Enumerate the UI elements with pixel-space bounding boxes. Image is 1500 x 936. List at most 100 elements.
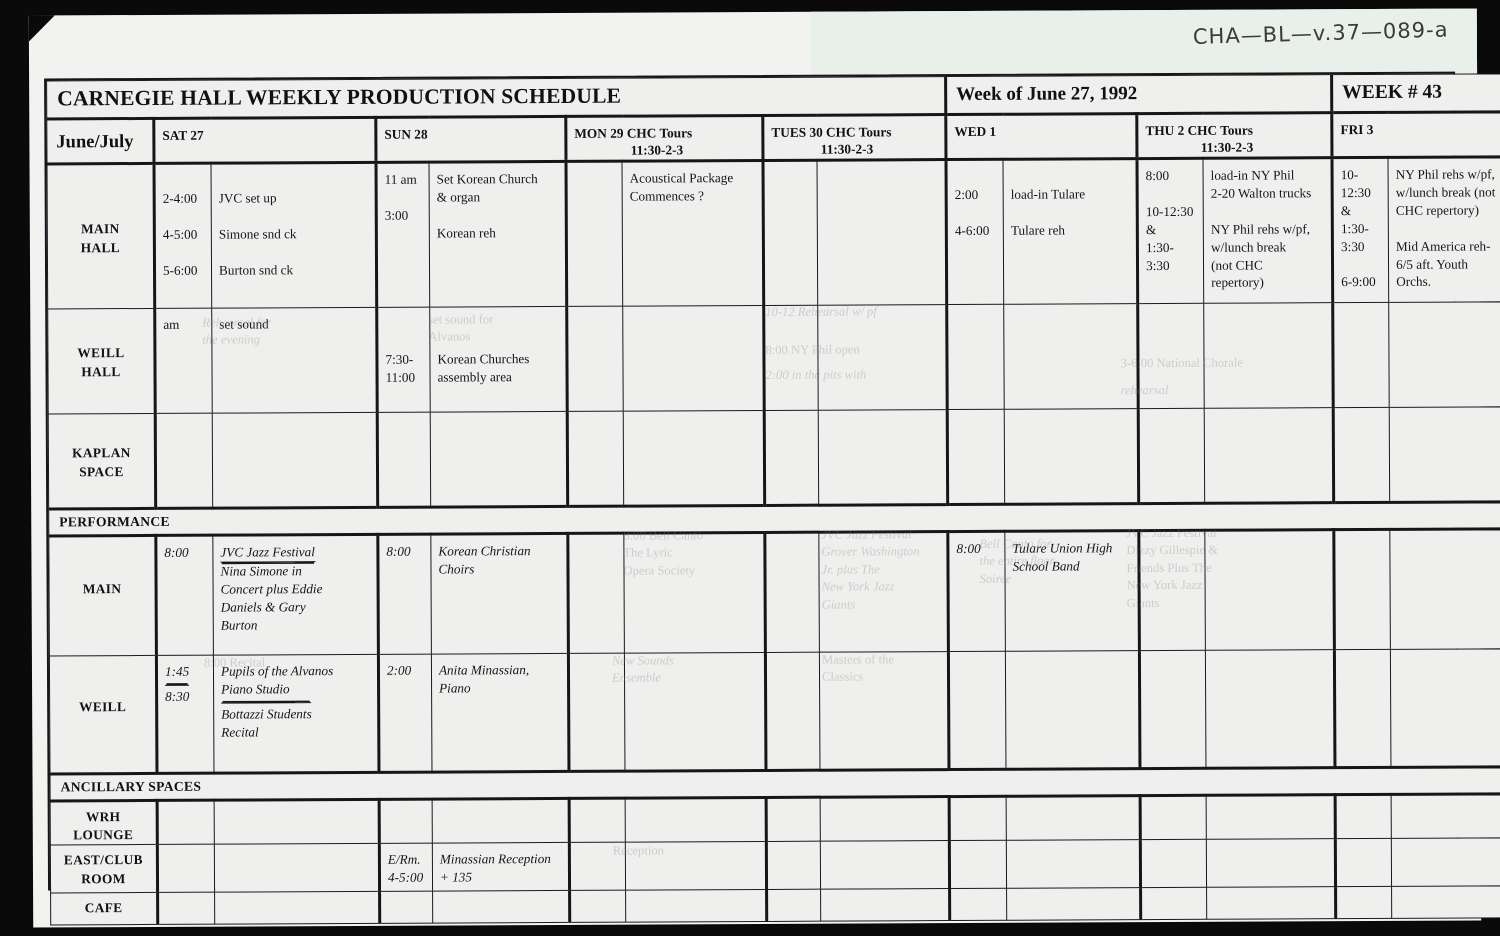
time-cell-perf-main-sat[interactable]: 8:00: [155, 534, 214, 656]
time-cell-main-hall-thu[interactable]: 8:00 10-12:30 & 1:30- 3:30: [1137, 158, 1204, 304]
event-cell-weill-hall-tues[interactable]: [817, 304, 948, 410]
event-cell-wrh-lounge-sat[interactable]: [214, 799, 380, 845]
time-cell-east-club-room-thu[interactable]: [1140, 839, 1207, 888]
event-cell-perf-main-sat[interactable]: JVC Jazz Festival Nina Simone in Concert p…: [212, 534, 379, 655]
time-cell-east-club-room-mon[interactable]: [569, 842, 626, 891]
time-cell-perf-weill-wed[interactable]: [948, 651, 1007, 770]
event-cell-weill-hall-sat[interactable]: set sound: [211, 307, 378, 413]
event-cell-east-club-room-fri[interactable]: [1391, 838, 1500, 887]
event-cell-east-club-room-thu[interactable]: [1206, 839, 1336, 888]
event-cell-weill-hall-thu[interactable]: [1203, 302, 1334, 409]
event-cell-cafe-wed[interactable]: [1006, 887, 1141, 921]
time-cell-east-club-room-wed[interactable]: [949, 840, 1007, 889]
time-cell-wrh-lounge-sun[interactable]: [379, 798, 433, 844]
event-cell-kaplan-space-thu[interactable]: [1204, 407, 1334, 504]
time-cell-weill-hall-sat[interactable]: am: [154, 307, 213, 414]
time-cell-kaplan-space-thu[interactable]: [1138, 408, 1205, 504]
event-cell-cafe-tues[interactable]: [820, 888, 950, 922]
time-cell-kaplan-space-mon[interactable]: [567, 410, 624, 507]
event-cell-perf-main-fri[interactable]: [1389, 528, 1500, 650]
time-cell-wrh-lounge-sat[interactable]: [157, 799, 215, 845]
event-cell-main-hall-sun[interactable]: Set Korean Church & organ Korean reh: [428, 161, 567, 307]
event-cell-perf-weill-tues[interactable]: [819, 651, 950, 770]
event-cell-kaplan-space-fri[interactable]: [1389, 406, 1500, 503]
time-cell-main-hall-tues[interactable]: [762, 159, 818, 306]
event-cell-weill-hall-sun[interactable]: Korean Churches assembly area: [429, 306, 568, 412]
event-cell-perf-main-tues[interactable]: [818, 531, 949, 652]
time-cell-main-hall-sat[interactable]: 2-4:00 4-5:00 5-6:00: [154, 162, 212, 309]
time-cell-kaplan-space-sat[interactable]: [155, 412, 213, 509]
time-cell-cafe-wed[interactable]: [949, 888, 1007, 921]
time-cell-cafe-mon[interactable]: [569, 890, 626, 923]
time-cell-east-club-room-tues[interactable]: [766, 841, 821, 890]
event-cell-wrh-lounge-wed[interactable]: [1006, 795, 1141, 841]
event-cell-wrh-lounge-tues[interactable]: [820, 796, 950, 842]
time-cell-east-club-room-fri[interactable]: [1335, 838, 1392, 887]
time-cell-east-club-room-sat[interactable]: [157, 844, 215, 893]
event-cell-perf-weill-sun[interactable]: Anita Minassian, Piano: [431, 653, 569, 772]
time-cell-main-hall-mon[interactable]: [565, 160, 623, 307]
time-cell-cafe-fri[interactable]: [1335, 886, 1392, 919]
time-cell-perf-weill-tues[interactable]: [765, 651, 820, 771]
event-cell-wrh-lounge-mon[interactable]: [625, 797, 767, 843]
event-cell-wrh-lounge-fri[interactable]: [1391, 793, 1500, 839]
time-cell-weill-hall-wed[interactable]: [946, 304, 1005, 410]
event-cell-kaplan-space-tues[interactable]: [818, 409, 948, 505]
event-cell-wrh-lounge-sun[interactable]: [432, 798, 570, 844]
event-cell-perf-main-sun[interactable]: Korean Christian Choirs: [430, 533, 569, 654]
time-cell-east-club-room-sun[interactable]: E/Rm. 4-5:00: [379, 843, 433, 892]
event-cell-perf-weill-mon[interactable]: [624, 652, 766, 771]
time-cell-weill-hall-sun[interactable]: 7:30- 11:00: [376, 306, 431, 413]
event-cell-east-club-room-sat[interactable]: [214, 843, 380, 893]
time-cell-perf-weill-sat[interactable]: 1:458:30: [156, 654, 214, 774]
time-cell-perf-weill-sun[interactable]: 2:00: [378, 653, 432, 773]
event-cell-east-club-room-mon[interactable]: [625, 841, 767, 891]
time-cell-weill-hall-fri[interactable]: [1332, 302, 1390, 408]
time-cell-kaplan-space-tues[interactable]: [764, 409, 819, 506]
time-cell-wrh-lounge-wed[interactable]: [949, 796, 1007, 841]
time-cell-cafe-sat[interactable]: [157, 892, 215, 925]
event-cell-kaplan-space-sun[interactable]: [430, 411, 568, 507]
event-cell-kaplan-space-wed[interactable]: [1004, 408, 1139, 505]
event-cell-perf-main-mon[interactable]: [623, 532, 766, 653]
event-cell-east-club-room-wed[interactable]: [1006, 840, 1141, 889]
time-cell-perf-main-sun[interactable]: 8:00: [377, 533, 432, 655]
time-cell-main-hall-wed[interactable]: 2:00 4-6:00: [946, 159, 1004, 305]
time-cell-kaplan-space-sun[interactable]: [377, 411, 431, 508]
event-cell-cafe-mon[interactable]: [625, 889, 767, 923]
event-cell-main-hall-sat[interactable]: JVC set up Simone snd ck Burton snd ck: [211, 162, 377, 308]
time-cell-wrh-lounge-mon[interactable]: [569, 797, 626, 843]
event-cell-perf-weill-thu[interactable]: [1205, 649, 1336, 769]
time-cell-kaplan-space-fri[interactable]: [1333, 407, 1390, 503]
time-cell-cafe-sun[interactable]: [379, 891, 433, 924]
event-cell-perf-main-wed[interactable]: Tulare Union High School Band: [1004, 530, 1140, 652]
time-cell-weill-hall-tues[interactable]: [763, 304, 819, 411]
time-cell-perf-main-tues[interactable]: [764, 531, 820, 653]
event-cell-perf-main-thu[interactable]: [1204, 529, 1335, 651]
time-cell-perf-weill-fri[interactable]: [1334, 649, 1392, 768]
time-cell-perf-weill-mon[interactable]: [568, 652, 625, 772]
event-cell-weill-hall-wed[interactable]: [1003, 303, 1139, 410]
time-cell-weill-hall-thu[interactable]: [1137, 303, 1205, 409]
event-cell-main-hall-tues[interactable]: [816, 159, 947, 305]
time-cell-perf-main-fri[interactable]: [1333, 529, 1391, 650]
event-cell-kaplan-space-sat[interactable]: [212, 412, 378, 508]
time-cell-wrh-lounge-thu[interactable]: [1140, 795, 1207, 841]
time-cell-cafe-thu[interactable]: [1140, 887, 1207, 920]
event-cell-weill-hall-mon[interactable]: [622, 305, 765, 411]
time-cell-perf-main-wed[interactable]: 8:00: [947, 531, 1006, 652]
event-cell-east-club-room-tues[interactable]: [820, 840, 950, 890]
time-cell-main-hall-fri[interactable]: 10-12:30 & 1:30- 3:30 6-9:00: [1332, 157, 1389, 303]
event-cell-weill-hall-fri[interactable]: [1388, 301, 1500, 408]
event-cell-wrh-lounge-thu[interactable]: [1206, 794, 1336, 840]
event-cell-perf-weill-fri[interactable]: [1390, 648, 1500, 768]
event-cell-cafe-sun[interactable]: [432, 890, 570, 924]
time-cell-perf-main-thu[interactable]: [1138, 530, 1206, 651]
event-cell-main-hall-fri[interactable]: NY Phil rehs w/pf, w/lunch break (not CHC …: [1388, 156, 1500, 303]
event-cell-main-hall-mon[interactable]: Acoustical Package Commences ?: [621, 160, 764, 306]
time-cell-kaplan-space-wed[interactable]: [947, 409, 1005, 505]
time-cell-main-hall-sun[interactable]: 11 am 3:00: [376, 161, 430, 308]
event-cell-main-hall-wed[interactable]: load-in Tulare Tulare reh: [1003, 158, 1138, 305]
event-cell-cafe-sat[interactable]: [214, 891, 380, 925]
time-cell-perf-main-mon[interactable]: [567, 532, 625, 654]
